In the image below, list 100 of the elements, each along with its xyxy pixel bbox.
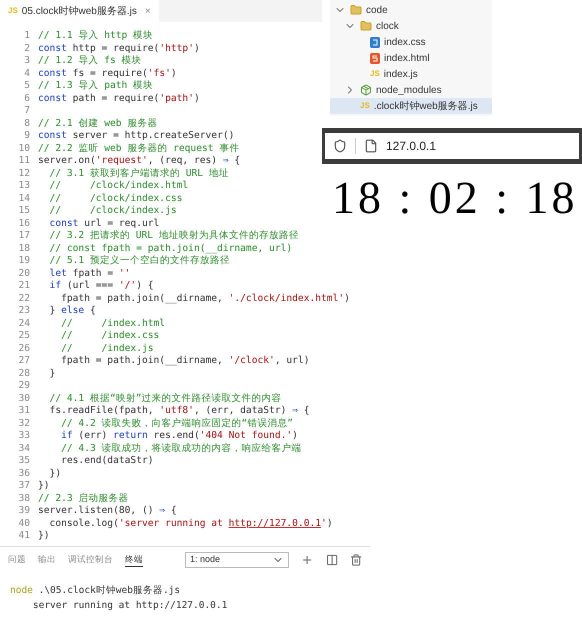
terminal-line: node .\05.clock时钟web服务器.js <box>10 584 182 598</box>
code-line: // 5.1 预定义一个空白的文件存放路径 <box>48 255 230 268</box>
code-line: res.end(dataStr) <box>60 455 154 468</box>
code-line: // 2.3 启动服务器 <box>38 492 128 505</box>
code-line: fs.readFile(fpath, 'utf8', (err, dataStr) ⇒ { <box>48 405 310 418</box>
line-number: 30 <box>17 392 31 405</box>
code-line: const http = require('http') <box>38 42 200 55</box>
js-file-icon: JS <box>370 70 380 78</box>
tree-item[interactable]: index.css <box>330 34 492 50</box>
code-line: const fs = require('fs') <box>38 68 177 80</box>
line-number: 3 <box>23 55 31 68</box>
line-number: 38 <box>17 492 31 505</box>
plus-icon[interactable] <box>301 553 314 567</box>
clock-display: 18 : 02 : 18 <box>332 172 579 224</box>
tree-item[interactable]: JS index.js <box>330 66 492 82</box>
js-file-icon: JS <box>8 5 18 17</box>
split-icon[interactable] <box>326 553 338 567</box>
terminal-line: server running at http://127.0.0.1 <box>32 599 228 613</box>
terminal-select[interactable]: 1: node <box>185 552 290 568</box>
line-number: 7 <box>23 105 31 118</box>
code-line: server.listen(80, () ⇒ { <box>38 505 177 518</box>
panel-tab[interactable]: 输出 <box>38 552 56 568</box>
line-number: 14 <box>17 192 31 205</box>
panel-tab[interactable]: 问题 <box>8 552 26 568</box>
line-number: 36 <box>17 468 31 480</box>
code-line: // 4.1 根据“映射”过来的文件路径读取文件的内容 <box>48 392 282 405</box>
line-number: 11 <box>17 155 31 168</box>
code-line: }) <box>38 480 50 492</box>
code-line: // /index.js <box>60 342 154 355</box>
line-number: 39 <box>17 505 31 518</box>
line-number: 35 <box>17 455 31 468</box>
code-line: if (url === '/') { <box>48 280 154 292</box>
code-line: // 2.1 创建 web 服务器 <box>38 118 158 130</box>
line-number: 29 <box>17 380 31 392</box>
line-number: 18 <box>17 242 31 255</box>
page-icon <box>364 139 378 153</box>
folder-icon <box>350 4 362 16</box>
code-line: fpath = path.join(__dirname, '/clock', url) <box>60 355 310 368</box>
code-line: const url = req.url <box>48 218 160 230</box>
line-number: 20 <box>17 268 31 280</box>
file-name: .clock时钟web服务器.js <box>374 100 478 114</box>
editor-tab[interactable]: JS 05.clock时钟web服务器.js × <box>0 0 159 22</box>
line-number: 12 <box>17 168 31 180</box>
line-number: 34 <box>17 442 31 455</box>
file-name: index.css <box>384 36 426 50</box>
file-name: code <box>366 4 388 18</box>
line-number: 17 <box>17 230 31 242</box>
file-name: index.js <box>384 68 418 82</box>
code-line: // /clock/index.js <box>48 205 177 218</box>
line-number: 9 <box>23 130 31 142</box>
line-number: 28 <box>17 368 31 380</box>
line-number: 6 <box>23 92 31 105</box>
package-icon <box>360 84 372 96</box>
code-line: } else { <box>48 305 96 318</box>
code-line: // 4.3 读取成功，将读取成功的内容，响应给客户端 <box>60 442 302 455</box>
js-file-icon: JS <box>360 102 370 110</box>
css-file-icon <box>370 36 380 48</box>
tree-item[interactable]: JS .clock时钟web服务器.js <box>330 98 492 114</box>
line-number: 25 <box>17 330 31 342</box>
line-number: 8 <box>23 118 31 130</box>
code-line: // /index.css <box>60 330 160 342</box>
html-file-icon <box>370 52 380 64</box>
line-number: 31 <box>17 405 31 418</box>
tree-item[interactable]: node_modules <box>330 82 492 98</box>
line-number: 1 <box>23 30 31 42</box>
code-line: }) <box>38 530 50 542</box>
code-line: const path = require('path') <box>38 92 200 105</box>
code-line: } <box>48 368 56 380</box>
line-number: 27 <box>17 355 31 368</box>
panel-tab[interactable]: 调试控制台 <box>68 552 113 568</box>
close-icon[interactable]: × <box>144 4 151 18</box>
file-name: node_modules <box>376 84 442 98</box>
line-number: 22 <box>17 292 31 305</box>
line-number: 33 <box>17 430 31 442</box>
line-number: 24 <box>17 318 31 330</box>
line-number: 26 <box>17 342 31 355</box>
line-number: 2 <box>23 42 31 55</box>
line-number: 16 <box>17 218 31 230</box>
line-number: 40 <box>17 518 31 530</box>
line-number: 37 <box>17 480 31 492</box>
code-line: fpath = path.join(__dirname, './clock/index.html') <box>60 292 350 305</box>
line-number: 10 <box>17 142 31 155</box>
code-line: if (err) return res.end('404 Not found.') <box>60 430 298 442</box>
panel-tab[interactable]: 终端 <box>125 552 143 568</box>
file-name: index.html <box>384 52 430 66</box>
address-bar[interactable]: 127.0.0.1 <box>325 133 579 159</box>
line-number: 15 <box>17 205 31 218</box>
tree-item[interactable]: code <box>330 2 492 18</box>
line-number: 41 <box>17 530 31 542</box>
code-line: // 1.3 导入 path 模块 <box>38 80 154 92</box>
tree-item[interactable]: clock <box>330 18 492 34</box>
trash-icon[interactable] <box>350 553 362 567</box>
code-line: // const fpath = path.join(__dirname, url) <box>48 242 292 255</box>
code-line: // 3.2 把请求的 URL 地址映射为具体文件的存放路径 <box>48 230 299 242</box>
code-line: console.log('server running at http://127.0.0.1') <box>48 518 333 530</box>
shield-icon <box>333 139 347 153</box>
tree-item[interactable]: index.html <box>330 50 492 66</box>
folder-icon <box>360 20 372 32</box>
code-line: // 1.1 导入 http 模块 <box>38 30 154 42</box>
code-line: // /clock/index.css <box>48 192 182 205</box>
